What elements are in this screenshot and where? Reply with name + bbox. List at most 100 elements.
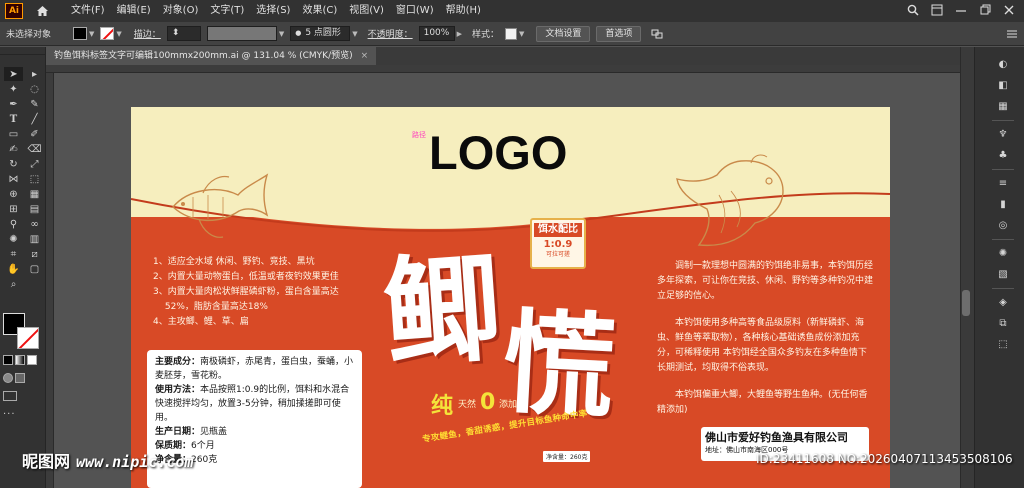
gradient-tool-icon[interactable]: ▤	[25, 202, 44, 216]
transparency-icon[interactable]: ◎	[995, 218, 1011, 233]
fill-stroke-control[interactable]	[3, 313, 43, 351]
line-tool-icon[interactable]: ╱	[25, 112, 44, 126]
zoom-tool-icon[interactable]: ⌕	[4, 277, 23, 291]
blend-tool-icon[interactable]: ∞	[25, 217, 44, 231]
logo-placeholder[interactable]: LOGO	[429, 125, 567, 180]
document-setup-button[interactable]: 文档设置	[536, 25, 591, 42]
minimize-icon[interactable]	[954, 3, 968, 17]
workspace-icon[interactable]	[930, 3, 944, 17]
window-controls	[906, 3, 1016, 17]
perspective-grid-icon[interactable]: ▦	[25, 187, 44, 201]
stroke-weight-field[interactable]: ⬍	[166, 26, 201, 41]
home-icon[interactable]	[35, 4, 49, 18]
slice-tool-icon[interactable]: ⧄	[25, 247, 44, 261]
usage-label: 使用方法：	[155, 385, 201, 395]
stroke-icon[interactable]	[17, 327, 39, 349]
menu-type[interactable]: 文字(T)	[204, 0, 250, 22]
tools-panel: ➤ ▸ ✦ ◌ ✒ ✎ T ╱ ▭ ✐ ✍ ⌫ ↻ ⤢ ⋈ ⬚ ⊕ ▦ ⊞ ▤ …	[0, 47, 46, 488]
net-content-value: 260克	[191, 455, 218, 465]
menu-list-icon[interactable]	[1006, 29, 1018, 39]
eyedropper-icon[interactable]: ⚲	[4, 217, 23, 231]
curvature-tool-icon[interactable]: ✎	[25, 97, 44, 111]
pen-tool-icon[interactable]: ✒	[4, 97, 23, 111]
type-tool-icon[interactable]: T	[4, 112, 23, 126]
swatches-icon[interactable]: ▦	[995, 99, 1011, 114]
stroke-label[interactable]: 描边：	[134, 27, 161, 40]
scale-tool-icon[interactable]: ⤢	[25, 157, 44, 171]
gradient-panel-icon[interactable]: ▮	[995, 197, 1011, 212]
arrange-icon[interactable]	[651, 28, 665, 40]
direct-selection-tool-icon[interactable]: ▸	[25, 67, 44, 81]
title-char-1: 鲫	[378, 237, 507, 384]
mesh-tool-icon[interactable]: ⊞	[4, 202, 23, 216]
eraser-icon[interactable]: ⌫	[25, 142, 44, 156]
menu-select[interactable]: 选择(S)	[250, 0, 296, 22]
rectangle-tool-icon[interactable]: ▭	[4, 127, 23, 141]
selection-tool-icon[interactable]: ➤	[4, 67, 23, 81]
magic-wand-icon[interactable]: ✦	[4, 82, 23, 96]
asset-export-icon[interactable]: ⬚	[995, 337, 1011, 352]
menu-window[interactable]: 窗口(W)	[390, 0, 440, 22]
stroke-swatch[interactable]: ▼	[100, 27, 122, 40]
description-paragraph: 本钓饵偏重大鲫，大鲤鱼等野生鱼种。(无任何香精添加)	[657, 390, 868, 415]
draw-normal-icon[interactable]	[3, 373, 13, 383]
draw-behind-icon[interactable]	[15, 373, 25, 383]
artboard-tool-icon[interactable]: ⌗	[4, 247, 23, 261]
pure-natural-mid: 天然	[458, 400, 477, 410]
product-title[interactable]: 鲫 慌	[379, 215, 653, 434]
menu-effect[interactable]: 效果(C)	[296, 0, 343, 22]
screen-mode-icon[interactable]	[3, 391, 17, 401]
more-tools-icon[interactable]: ···	[3, 409, 16, 420]
variable-width-profile[interactable]: ▼	[206, 26, 284, 41]
artboards-icon[interactable]: ⧉	[995, 316, 1011, 331]
restore-icon[interactable]	[978, 3, 992, 17]
toolbar-grip[interactable]	[0, 47, 45, 55]
opacity-value[interactable]: 100%	[418, 26, 455, 41]
vertical-scrollbar[interactable]	[962, 290, 970, 316]
color-panel-icon[interactable]: ◐	[995, 57, 1011, 72]
stroke-panel-icon[interactable]: ≡	[995, 176, 1011, 191]
watermark-site: 昵图网 www.nipic.com	[22, 448, 193, 472]
appearance-icon[interactable]: ✺	[995, 246, 1011, 261]
rotate-tool-icon[interactable]: ↻	[4, 157, 23, 171]
brushes-icon[interactable]: ♆	[995, 127, 1011, 142]
width-tool-icon[interactable]: ⋈	[4, 172, 23, 186]
horizontal-ruler[interactable]	[46, 65, 960, 73]
none-mode-icon[interactable]	[27, 355, 37, 365]
lasso-icon[interactable]: ◌	[25, 82, 44, 96]
menu-object[interactable]: 对象(O)	[157, 0, 205, 22]
document-tab[interactable]: 钓鱼饵料标签文字可编辑100mmx200mm.ai @ 131.04 % (CM…	[46, 47, 377, 65]
color-guide-icon[interactable]: ◧	[995, 78, 1011, 93]
hand-tool-icon[interactable]: ✋	[4, 262, 23, 276]
shape-builder-icon[interactable]: ⊕	[4, 187, 23, 201]
canvas-area[interactable]: 路径 LOGO 饵水配比 1:0.9 可拉可搓 1、适应全水域 休闲、野钓、竞技…	[46, 73, 960, 488]
vertical-ruler[interactable]	[46, 73, 54, 488]
shaper-tool-icon[interactable]: ✍	[4, 142, 23, 156]
close-icon[interactable]	[1002, 3, 1016, 17]
brush-definition[interactable]: ● 5 点圆形 ▼	[290, 26, 358, 41]
style-swatch[interactable]: ▼	[505, 27, 524, 40]
symbols-icon[interactable]: ♣	[995, 148, 1011, 163]
fill-swatch[interactable]: ▼	[73, 27, 94, 40]
opacity-field[interactable]: 100% ▶	[418, 26, 462, 41]
menu-view[interactable]: 视图(V)	[343, 0, 390, 22]
graphic-styles-icon[interactable]: ▧	[995, 267, 1011, 282]
ingredients-label: 主要成分：	[155, 357, 201, 367]
search-icon[interactable]	[906, 3, 920, 17]
menu-help[interactable]: 帮助(H)	[440, 0, 487, 22]
menu-edit[interactable]: 编辑(E)	[111, 0, 157, 22]
gradient-mode-icon[interactable]	[15, 355, 25, 365]
color-mode-icon[interactable]	[3, 355, 13, 365]
fill-color-icon	[73, 27, 88, 40]
layers-icon[interactable]: ◈	[995, 295, 1011, 310]
paintbrush-icon[interactable]: ✐	[25, 127, 44, 141]
symbol-sprayer-icon[interactable]: ✺	[4, 232, 23, 246]
column-graph-icon[interactable]: ▥	[25, 232, 44, 246]
opacity-label[interactable]: 不透明度：	[368, 27, 413, 40]
artboard[interactable]: 路径 LOGO 饵水配比 1:0.9 可拉可搓 1、适应全水域 休闲、野钓、竞技…	[131, 107, 890, 488]
menu-file[interactable]: 文件(F)	[65, 0, 111, 22]
close-tab-icon[interactable]: ×	[361, 47, 369, 65]
free-transform-icon[interactable]: ⬚	[25, 172, 44, 186]
preferences-button[interactable]: 首选项	[596, 25, 642, 42]
print-tiling-icon[interactable]: ▢	[25, 262, 44, 276]
